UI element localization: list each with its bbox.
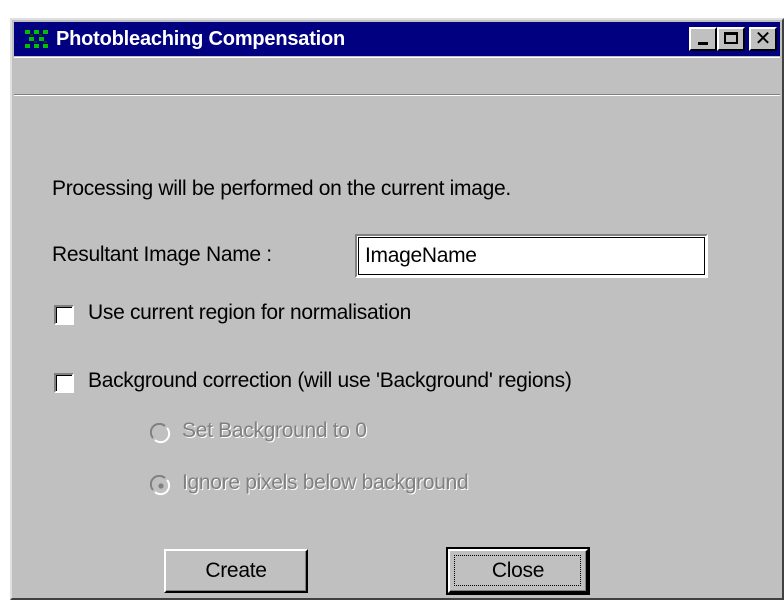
close-button[interactable]: Close — [446, 547, 590, 595]
image-name-input[interactable] — [355, 234, 708, 278]
image-name-label: Resultant Image Name : — [52, 243, 272, 266]
close-button-label: Close — [491, 559, 545, 582]
set-background-zero-label[interactable]: Set Background to 0 — [182, 419, 367, 443]
use-region-label[interactable]: Use current region for normalisation — [88, 301, 411, 325]
background-correction-label[interactable]: Background correction (will use 'Backgro… — [88, 369, 572, 393]
background-correction-checkbox[interactable] — [54, 373, 74, 393]
ignore-pixels-radio[interactable] — [150, 475, 172, 497]
info-text: Processing will be performed on the curr… — [52, 177, 511, 200]
ignore-pixels-label[interactable]: Ignore pixels below background — [182, 471, 469, 495]
set-background-zero-radio[interactable] — [150, 423, 172, 445]
create-button[interactable]: Create — [164, 549, 308, 593]
use-region-checkbox[interactable] — [54, 305, 74, 325]
dialog-content: Processing will be performed on the curr… — [12, 20, 782, 598]
dialog-window: Photobleaching Compensation ✕ Processing… — [10, 18, 784, 600]
